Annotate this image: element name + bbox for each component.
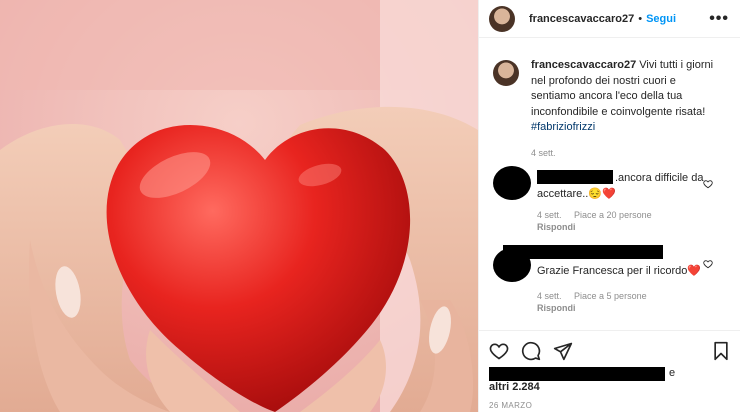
more-options-icon[interactable]: •••: [709, 10, 729, 28]
comment-text: .ancora difficile da accettare..😔❤️: [537, 172, 704, 200]
post-date[interactable]: 26 MARZO: [489, 401, 532, 410]
comment-meta: 4 sett. Piace a 20 persone: [537, 210, 662, 220]
caption-time[interactable]: 4 sett.: [531, 146, 721, 162]
heart-in-hands-image: [0, 0, 478, 412]
comment-icon[interactable]: [521, 341, 541, 361]
instagram-post: francescavaccaro27 • Segui ••• francesca…: [0, 0, 740, 412]
comment-like-heart-icon[interactable]: [703, 179, 713, 189]
heart-icon[interactable]: [489, 341, 509, 361]
comment-text: Grazie Francesca per il ricordo❤️: [537, 265, 702, 277]
bookmark-icon[interactable]: [711, 341, 731, 361]
caption-username[interactable]: francescavaccaro27: [531, 59, 636, 71]
caption-body: francescavaccaro27 Vivi tutti i giorni n…: [531, 58, 721, 161]
reply-button[interactable]: Rispondi: [537, 303, 576, 313]
comment-meta: 4 sett. Piace a 5 persone: [537, 291, 657, 301]
caption-avatar[interactable]: [493, 60, 519, 86]
comment-time[interactable]: 4 sett.: [537, 210, 562, 220]
comment-likes[interactable]: Piace a 5 persone: [574, 291, 647, 301]
likes-conjunction: e: [669, 367, 676, 379]
redacted-username: [503, 245, 663, 259]
separator-dot: •: [638, 12, 643, 25]
reply-button[interactable]: Rispondi: [537, 222, 576, 232]
comment-likes[interactable]: Piace a 20 persone: [574, 210, 652, 220]
post-image[interactable]: [0, 0, 478, 412]
avatar[interactable]: [489, 5, 515, 32]
comment-like-heart-icon[interactable]: [703, 259, 713, 269]
caption: francescavaccaro27 Vivi tutti i giorni n…: [493, 58, 733, 161]
redacted-liker: [489, 367, 665, 381]
share-icon[interactable]: [553, 341, 573, 361]
caption-hashtag[interactable]: #fabriziofrizzi: [531, 121, 595, 133]
comment-avatar[interactable]: [493, 166, 531, 200]
follow-button[interactable]: Segui: [646, 13, 676, 25]
post-sidebar: francescavaccaro27 • Segui ••• francesca…: [478, 0, 740, 412]
post-header: francescavaccaro27 • Segui •••: [479, 0, 740, 38]
header-username[interactable]: francescavaccaro27: [529, 13, 634, 25]
likes-count[interactable]: altri 2.284: [489, 381, 540, 393]
post-actions: e altri 2.284 26 MARZO: [479, 330, 740, 412]
comment-time[interactable]: 4 sett.: [537, 291, 562, 301]
